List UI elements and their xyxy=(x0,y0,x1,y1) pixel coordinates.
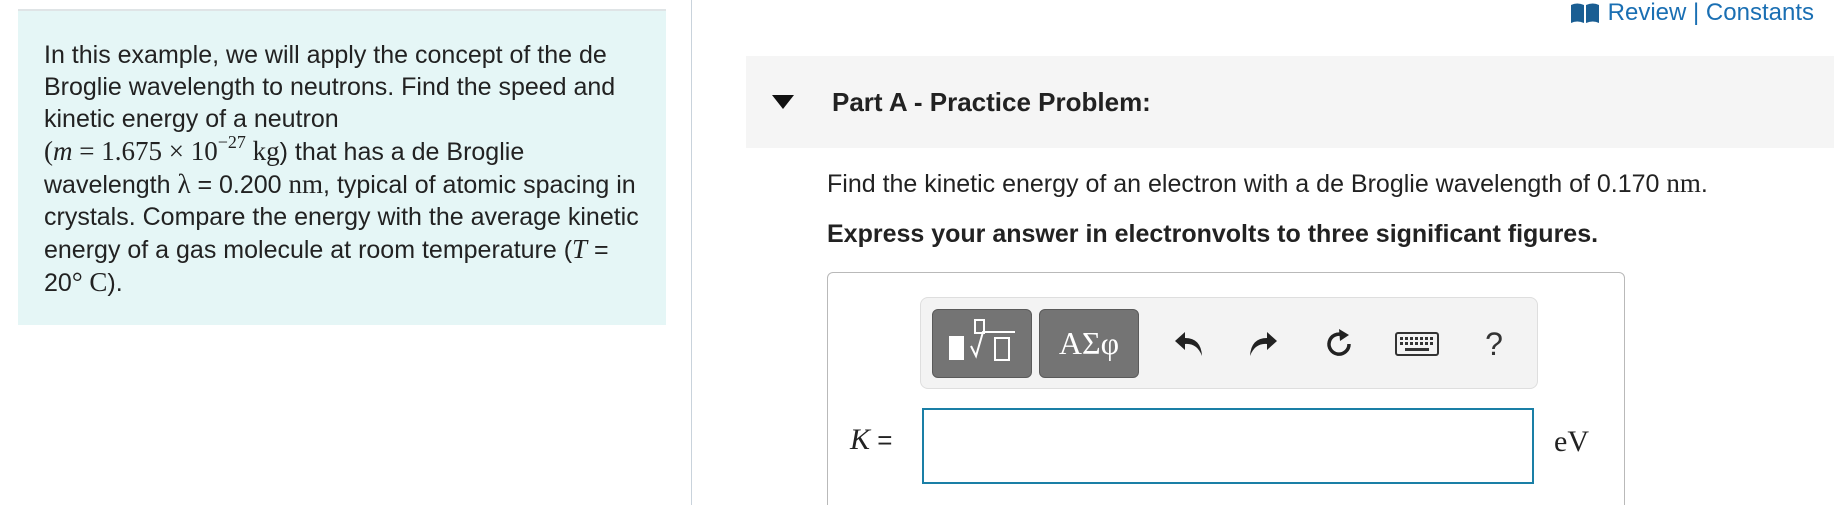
example-text-4: ). xyxy=(107,269,123,297)
part-a-header[interactable]: Part A - Practice Problem: xyxy=(746,56,1834,148)
answer-instruction: Express your answer in electronvolts to … xyxy=(827,220,1599,248)
example-text-1: In this example, we will apply the conce… xyxy=(44,41,616,133)
part-title: Part A - Practice Problem: xyxy=(832,86,1151,117)
review-constants-label[interactable]: Review | Constants xyxy=(1608,0,1814,27)
answer-input[interactable] xyxy=(922,408,1534,484)
lambda-symbol: λ xyxy=(177,169,191,199)
book-icon xyxy=(1570,2,1600,24)
answer-unit-label: eV xyxy=(1554,425,1589,458)
example-box: In this example, we will apply the conce… xyxy=(18,9,666,325)
templates-button[interactable] xyxy=(932,309,1032,378)
question-text: Find the kinetic energy of an electron w… xyxy=(827,168,1708,198)
temp-unit: ° C xyxy=(71,267,108,297)
temp-symbol: T xyxy=(572,234,588,264)
mass-expression: (m = 1.675 × 10−27 kg xyxy=(44,132,280,166)
redo-icon[interactable] xyxy=(1243,324,1283,364)
review-constants-link[interactable]: Review | Constants xyxy=(1570,0,1814,26)
templates-icon xyxy=(945,318,1019,369)
help-icon[interactable]: ? xyxy=(1474,324,1514,364)
greek-symbols-button[interactable]: ΑΣφ xyxy=(1039,309,1139,378)
math-toolbar: ΑΣφ ? xyxy=(920,297,1538,389)
lambda-unit: nm xyxy=(288,169,324,199)
answer-variable-label: K = xyxy=(850,423,893,456)
caret-down-icon[interactable] xyxy=(772,95,794,109)
lambda-value: = 0.200 xyxy=(190,171,289,199)
left-pane: In this example, we will apply the conce… xyxy=(0,0,692,505)
reset-icon[interactable] xyxy=(1319,324,1359,364)
undo-icon[interactable] xyxy=(1169,324,1209,364)
keyboard-icon[interactable] xyxy=(1394,324,1440,364)
answer-box: ΑΣφ ? K = eV xyxy=(827,272,1625,505)
